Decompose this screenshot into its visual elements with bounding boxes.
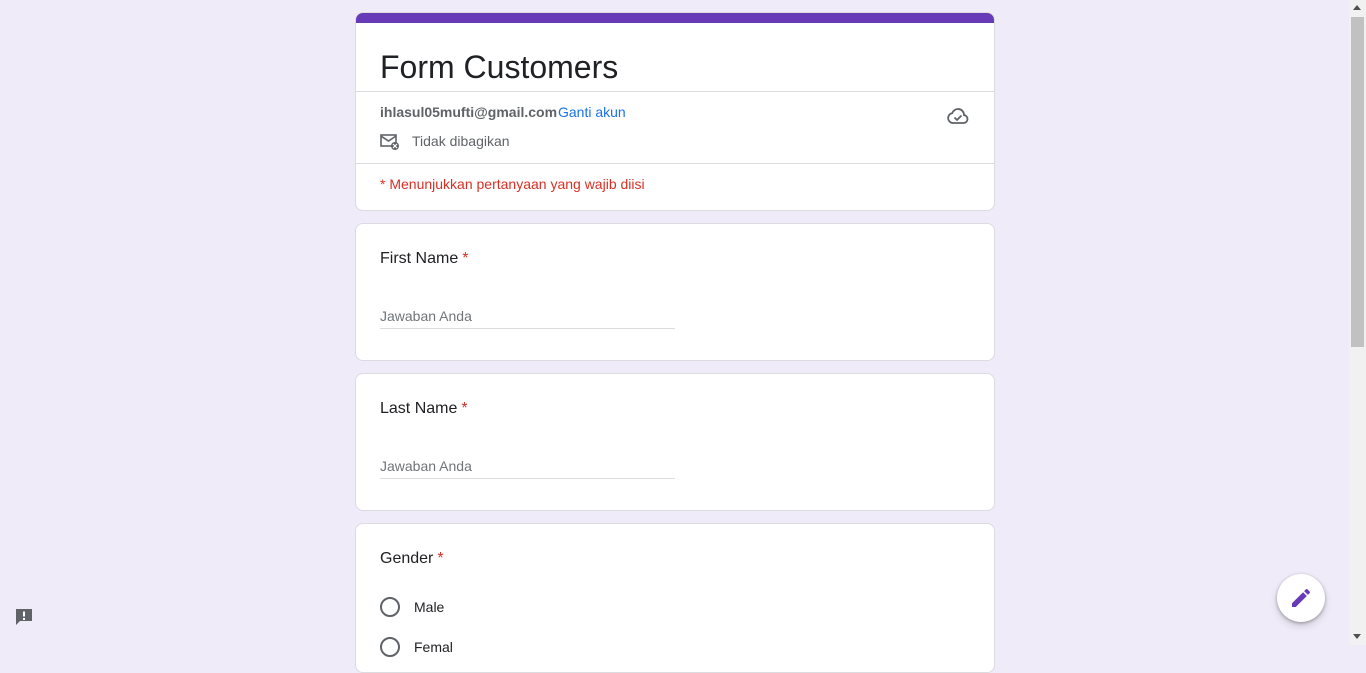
first-name-input[interactable] xyxy=(380,304,675,329)
vertical-scrollbar[interactable] xyxy=(1349,0,1366,645)
form-header-card: Form Customers ihlasul05mufti@gmail.com … xyxy=(355,12,995,211)
form-title: Form Customers xyxy=(380,49,619,85)
switch-account-link[interactable]: Ganti akun xyxy=(558,104,626,120)
question-title: First Name * xyxy=(380,250,468,268)
feedback-icon[interactable] xyxy=(14,607,34,627)
question-title: Last Name * xyxy=(380,400,468,418)
gender-option-female[interactable]: Femal xyxy=(380,637,453,657)
question-label: Gender xyxy=(380,550,434,567)
scroll-up-arrow-icon[interactable] xyxy=(1353,5,1361,10)
question-last-name: Last Name * xyxy=(355,373,995,511)
question-label: Last Name xyxy=(380,400,458,417)
required-note: * Menunjukkan pertanyaan yang wajib diis… xyxy=(380,176,645,192)
option-label: Femal xyxy=(414,639,453,655)
scroll-down-arrow-icon[interactable] xyxy=(1353,634,1361,639)
question-title: Gender * xyxy=(380,550,444,568)
mail-unshared-icon xyxy=(380,134,399,150)
radio-button[interactable] xyxy=(380,597,400,617)
title-row: Form Customers xyxy=(356,23,994,92)
cloud-saved-icon xyxy=(947,108,969,124)
form-container: Form Customers ihlasul05mufti@gmail.com … xyxy=(355,12,995,673)
last-name-input[interactable] xyxy=(380,454,675,479)
share-status: Tidak dibagikan xyxy=(412,133,510,149)
edit-button[interactable] xyxy=(1277,574,1325,622)
accent-bar xyxy=(356,13,994,23)
option-label: Male xyxy=(414,599,445,615)
radio-button[interactable] xyxy=(380,637,400,657)
required-asterisk: * xyxy=(462,250,469,267)
gender-option-male[interactable]: Male xyxy=(380,597,444,617)
required-asterisk: * xyxy=(437,550,444,567)
question-first-name: First Name * xyxy=(355,223,995,361)
account-row: ihlasul05mufti@gmail.com Ganti akun Tida… xyxy=(356,92,994,164)
scrollbar-thumb[interactable] xyxy=(1351,17,1364,347)
question-label: First Name xyxy=(380,250,459,267)
required-asterisk: * xyxy=(461,400,468,417)
question-gender: Gender * Male Femal xyxy=(355,523,995,673)
account-email: ihlasul05mufti@gmail.com xyxy=(380,104,558,120)
required-row: * Menunjukkan pertanyaan yang wajib diis… xyxy=(356,164,994,210)
pencil-icon xyxy=(1292,588,1311,607)
